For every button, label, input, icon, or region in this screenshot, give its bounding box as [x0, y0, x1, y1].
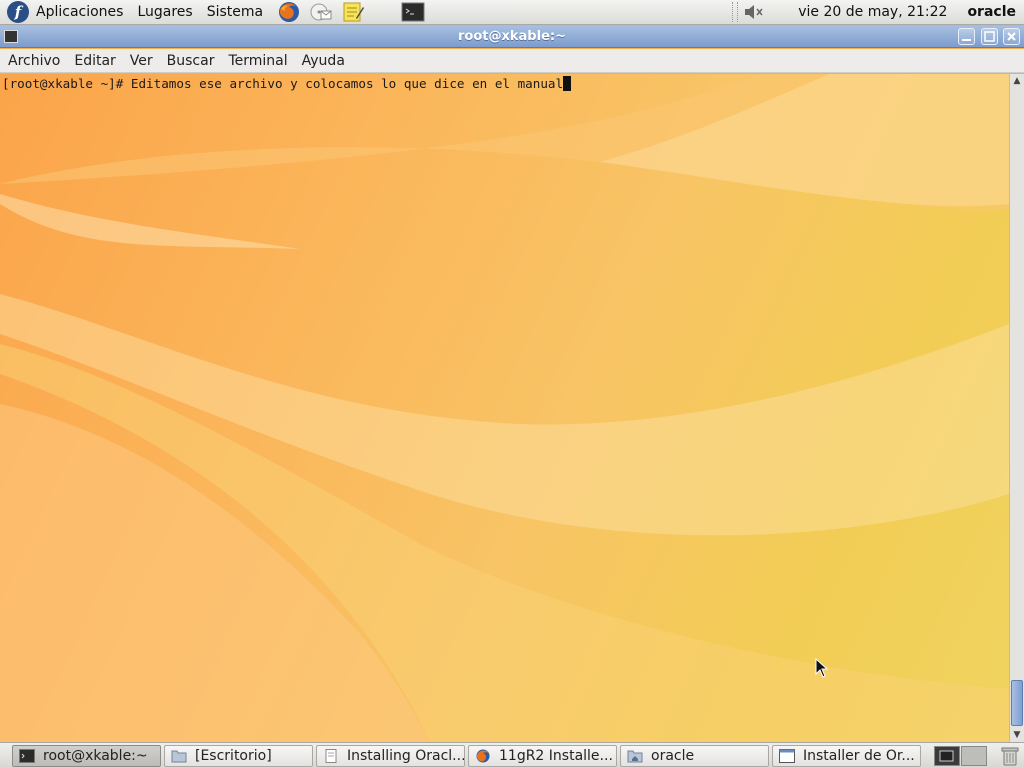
close-icon [1007, 32, 1016, 41]
task-label: 11gR2 Installe... [499, 748, 613, 764]
menu-lugares[interactable]: Lugares [137, 4, 192, 20]
terminal-area[interactable]: [root@xkable ~]# Editamos ese archivo y … [0, 74, 1009, 742]
workspace-1[interactable] [934, 746, 960, 766]
menu-terminal[interactable]: Terminal [228, 53, 287, 69]
terminal-line: [root@xkable ~]# Editamos ese archivo y … [2, 76, 572, 91]
menu-editar[interactable]: Editar [74, 53, 115, 69]
terminal-icon[interactable] [401, 1, 425, 23]
workspace-2[interactable] [961, 746, 987, 766]
text-cursor [563, 76, 572, 91]
window-titlebar[interactable]: root@xkable:~ [0, 26, 1024, 48]
user-name[interactable]: oracle [967, 4, 1016, 20]
mouse-pointer-icon [815, 658, 829, 678]
menu-ayuda[interactable]: Ayuda [302, 53, 345, 69]
task-escritorio[interactable]: [Escritorio] [164, 745, 313, 767]
window-title: root@xkable:~ [458, 29, 566, 44]
clock[interactable]: vie 20 de may, 21:22 [798, 4, 947, 20]
mail-icon[interactable] [309, 1, 333, 23]
close-button[interactable] [1003, 28, 1020, 45]
panel-separator [732, 2, 739, 22]
task-label: oracle [651, 748, 695, 764]
task-oracle-folder[interactable]: oracle [620, 745, 769, 767]
fedora-logo-icon[interactable]: f [7, 1, 29, 23]
minimize-icon [962, 39, 971, 41]
task-installing-oracle[interactable]: Installing Oracl... [316, 745, 465, 767]
menu-aplicaciones[interactable]: Aplicaciones [36, 4, 123, 20]
bottom-taskbar: root@xkable:~ [Escritorio] Installing Or… [0, 742, 1024, 768]
menu-archivo[interactable]: Archivo [8, 53, 60, 69]
wallpaper [0, 74, 1009, 742]
top-panel: f Aplicaciones Lugares Sistema vie 20 de… [0, 0, 1024, 25]
task-installer-oracle[interactable]: Installer de Or... [772, 745, 921, 767]
maximize-button[interactable] [981, 28, 998, 45]
task-label: Installer de Or... [803, 748, 915, 764]
vertical-scrollbar[interactable]: ▲ ▼ [1009, 74, 1024, 742]
workspace-terminal-icon [939, 750, 954, 762]
firefox-icon[interactable] [277, 1, 301, 23]
notes-icon[interactable] [341, 1, 365, 23]
task-11gr2-installer[interactable]: 11gR2 Installe... [468, 745, 617, 767]
menu-buscar[interactable]: Buscar [167, 53, 215, 69]
trash-icon[interactable] [1001, 746, 1019, 766]
scroll-down-icon[interactable]: ▼ [1010, 728, 1024, 742]
task-root-xkable[interactable]: root@xkable:~ [12, 745, 161, 767]
terminal-icon [19, 749, 35, 763]
window-icon [779, 749, 795, 763]
scrollbar-thumb[interactable] [1011, 680, 1023, 726]
firefox-icon [476, 749, 490, 763]
task-label: Installing Oracl... [347, 748, 465, 764]
task-label: [Escritorio] [195, 748, 272, 764]
home-folder-icon [627, 750, 643, 763]
terminal-text: [root@xkable ~]# Editamos ese archivo y … [2, 76, 564, 91]
task-label: root@xkable:~ [43, 748, 148, 764]
maximize-icon [984, 31, 995, 42]
menu-ver[interactable]: Ver [130, 53, 153, 69]
folder-icon [171, 750, 187, 763]
scroll-up-icon[interactable]: ▲ [1010, 74, 1024, 88]
document-icon [325, 749, 337, 763]
menu-sistema[interactable]: Sistema [207, 4, 263, 20]
menubar: Archivo Editar Ver Buscar Terminal Ayuda [0, 49, 1024, 73]
volume-muted-icon[interactable] [742, 2, 764, 22]
minimize-button[interactable] [958, 28, 975, 45]
